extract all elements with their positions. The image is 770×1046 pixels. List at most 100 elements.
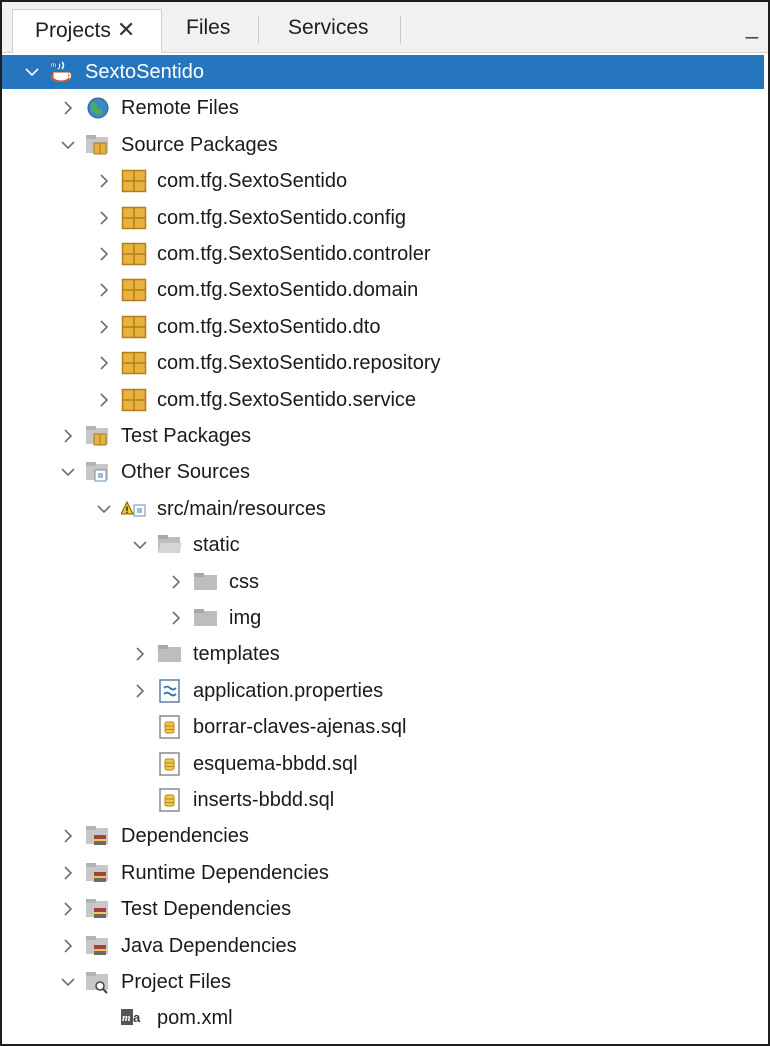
tree-item-label: com.tfg.SextoSentido.dto [157,315,381,338]
chevron-right-icon[interactable] [132,646,148,662]
svg-text:m: m [122,1012,131,1024]
folder-open-icon [157,533,183,557]
tree-item-label: com.tfg.SextoSentido.controler [157,243,431,265]
tree-item[interactable]: com.tfg.SextoSentido.domain [2,273,768,307]
tree-item[interactable]: borrar-claves-ajenas.sql [2,710,768,744]
tree-item[interactable]: com.tfg.SextoSentido.config [2,201,768,235]
tree-item-label: pom.xml [157,1007,233,1030]
minimize-button[interactable]: _ [742,12,762,42]
tree-item[interactable]: m SextoSentido [2,55,764,89]
dependencies-icon [85,934,111,958]
globe-icon [85,96,111,120]
tree-item[interactable]: templates [2,637,768,671]
tree-item[interactable]: com.tfg.SextoSentido.service [2,383,768,417]
package-icon [121,278,147,302]
tree-item[interactable]: Test Dependencies [2,892,768,926]
tree-item[interactable]: m a pom.xml [2,1001,768,1035]
chevron-right-icon[interactable] [60,428,76,444]
sql-file-icon [157,715,183,739]
tab-services[interactable]: Services [266,8,398,48]
tree-item-label: esquema-bbdd.sql [193,752,358,775]
chevron-right-icon[interactable] [60,865,76,881]
tree-item[interactable]: Project Files [2,965,768,999]
tree-item-label: application.properties [193,679,384,702]
tree-item[interactable]: com.tfg.SextoSentido.repository [2,346,768,380]
chevron-right-icon[interactable] [60,828,76,844]
tree-item[interactable]: img [2,601,768,635]
package-icon [121,169,147,193]
dependencies-icon [85,897,111,921]
dependencies-icon [85,824,111,848]
tab-bar: Projects ✕ Files Services _ [2,2,768,53]
chevron-right-icon[interactable] [96,392,112,408]
tree-item-label: Runtime Dependencies [121,861,329,884]
chevron-right-icon[interactable] [96,282,112,298]
tree-item[interactable]: inserts-bbdd.sql [2,783,768,817]
tree-item[interactable]: Runtime Dependencies [2,856,768,890]
source-packages-icon [85,133,111,157]
tree-item[interactable]: Source Packages [2,128,768,162]
close-icon[interactable]: ✕ [117,17,135,42]
tree-item-label: Project Files [121,971,232,993]
chevron-down-icon[interactable] [132,537,148,553]
package-icon [121,242,147,266]
chevron-right-icon[interactable] [96,173,112,189]
chevron-right-icon[interactable] [96,319,112,335]
chevron-down-icon[interactable] [60,464,76,480]
chevron-down-icon[interactable] [60,974,76,990]
svg-text:a: a [133,1010,141,1025]
projects-window: Projects ✕ Files Services _ m SextoSentido… [0,0,770,1046]
tree-item[interactable]: Remote Files [2,91,768,125]
chevron-right-icon[interactable] [96,210,112,226]
tree-item[interactable]: ! src/main/resources [2,492,768,526]
tree-item[interactable]: css [2,565,768,599]
folder-icon [157,642,183,666]
tree-item-label: Source Packages [121,133,278,156]
tree-item-label: com.tfg.SextoSentido.service [157,388,417,411]
tree-item[interactable]: com.tfg.SextoSentido [2,164,768,198]
tree-item-label: src/main/resources [157,497,326,520]
tree-item[interactable]: static [2,528,768,562]
tree-item[interactable]: Other Sources [2,455,768,489]
tree-item[interactable]: application.properties [2,674,768,708]
chevron-down-icon[interactable] [24,64,40,80]
chevron-right-icon[interactable] [132,683,148,699]
test-packages-icon [85,424,111,448]
tree-item[interactable]: Java Dependencies [2,929,768,963]
tree-item-label: Test Dependencies [121,898,292,921]
package-icon [121,315,147,339]
tree-item-label: Java Dependencies [121,934,297,957]
project-coffee-icon: m [49,60,75,84]
tree-item[interactable]: esquema-bbdd.sql [2,747,768,781]
resources-folder-icon: ! [120,497,147,521]
tab-files[interactable]: Files [164,8,256,48]
tree-item[interactable]: Test Packages [2,419,768,453]
tree-item-label: templates [193,643,280,666]
chevron-down-icon[interactable] [96,501,112,517]
chevron-right-icon[interactable] [60,100,76,116]
chevron-right-icon[interactable] [168,574,184,590]
chevron-right-icon[interactable] [60,901,76,917]
tab-projects-label: Projects [35,19,111,42]
chevron-right-icon[interactable] [96,246,112,262]
chevron-right-icon[interactable] [168,610,184,626]
project-files-icon [85,970,111,994]
tree-item-label: SextoSentido [85,61,204,83]
tree-item[interactable]: Dependencies [2,819,768,853]
properties-file-icon [157,679,183,703]
tree-item-label: Remote Files [121,97,239,120]
tree-item[interactable]: com.tfg.SextoSentido.dto [2,310,768,344]
tree-item-label: inserts-bbdd.sql [193,789,335,811]
chevron-right-icon[interactable] [60,938,76,954]
chevron-right-icon[interactable] [96,355,112,371]
package-icon [121,388,147,412]
tab-separator [258,16,259,44]
tab-separator [400,16,401,44]
tree-item-label: img [229,607,262,629]
svg-text:m: m [51,63,56,69]
other-sources-icon [85,460,111,484]
package-icon [121,351,147,375]
tree-item[interactable]: com.tfg.SextoSentido.controler [2,237,768,271]
tab-projects[interactable]: Projects ✕ [12,9,162,53]
chevron-down-icon[interactable] [60,137,76,153]
